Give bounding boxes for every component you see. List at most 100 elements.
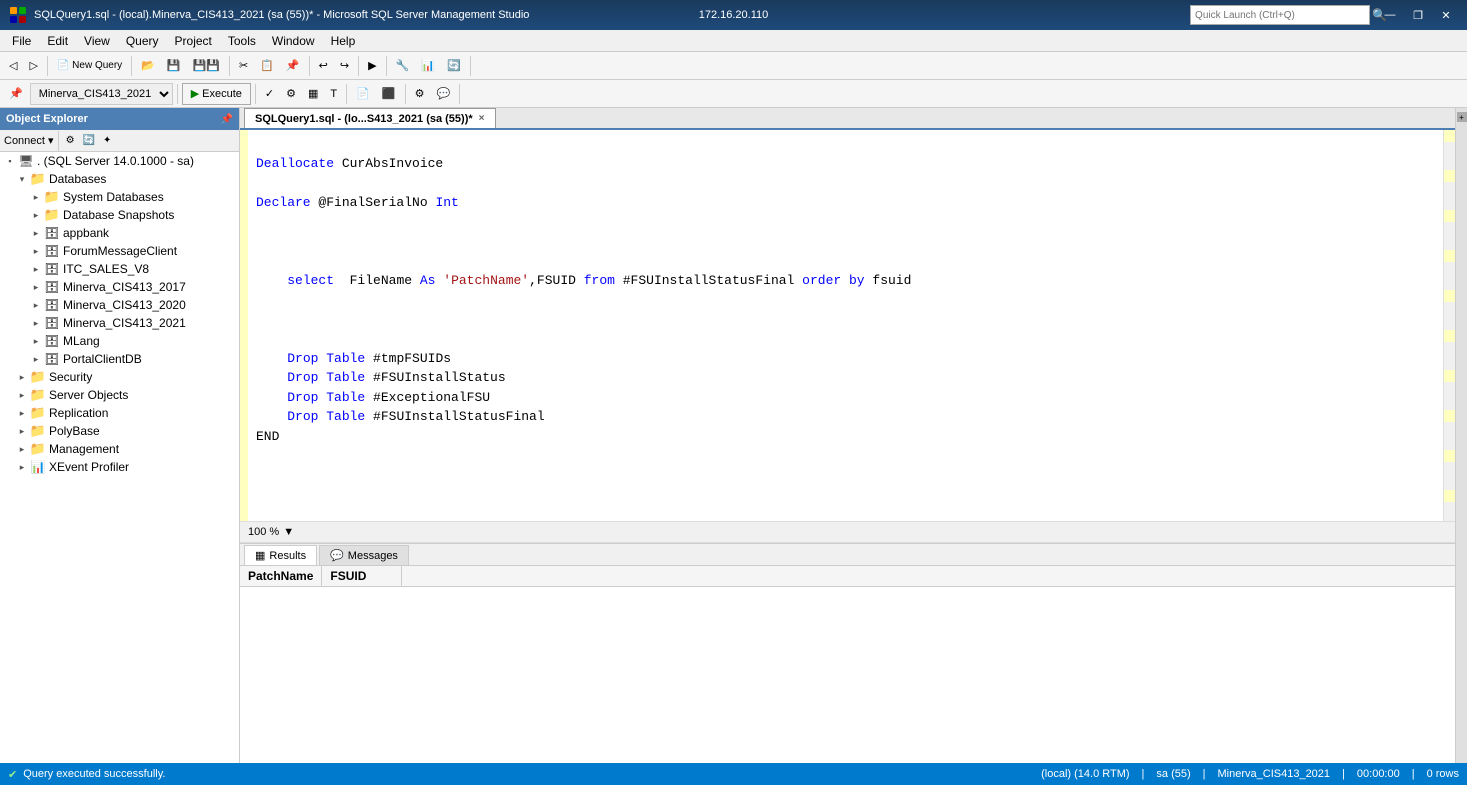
status-separator2: | (1203, 768, 1206, 780)
tb-newquery-button[interactable]: 📄 New Query (52, 55, 127, 77)
menu-edit[interactable]: Edit (39, 32, 76, 50)
status-right: (local) (14.0 RTM) | sa (55) | Minerva_C… (1041, 768, 1459, 780)
menu-help[interactable]: Help (323, 32, 364, 50)
databases-expander[interactable]: ▾ (14, 174, 30, 185)
serverobj-label: Server Objects (49, 388, 128, 402)
m2017-expander[interactable]: ▸ (28, 282, 44, 293)
tb-back-button[interactable]: ◁ (4, 55, 22, 77)
connect-label[interactable]: Connect ▾ (4, 134, 54, 147)
tb-refresh-button[interactable]: 🔄 (442, 55, 466, 77)
tree-polybase[interactable]: ▸ 📁 PolyBase (0, 422, 239, 440)
tb-sort-button[interactable]: 📊 (416, 55, 440, 77)
menu-window[interactable]: Window (264, 32, 323, 50)
oe-filter-button[interactable]: ⚙ (63, 130, 78, 152)
tb-parse-button[interactable]: ⚙ (281, 83, 301, 105)
forum-expander[interactable]: ▸ (28, 246, 44, 257)
m2021-expander[interactable]: ▸ (28, 318, 44, 329)
tree-itc-sales[interactable]: ▸ 🗄 ITC_SALES_V8 (0, 260, 239, 278)
tb-comment-button[interactable]: 💬 (431, 83, 455, 105)
tb-redo-button[interactable]: ↪ (335, 55, 354, 77)
quick-launch-area[interactable]: 🔍 (1190, 5, 1387, 25)
tree-xevent[interactable]: ▸ 📊 XEvent Profiler (0, 458, 239, 476)
line-indicator (240, 130, 248, 521)
xevent-expander[interactable]: ▸ (14, 462, 30, 473)
appbank-expander[interactable]: ▸ (28, 228, 44, 239)
execute-button[interactable]: ▶ Execute (182, 83, 251, 105)
tab-bar: SQLQuery1.sql - (lo...S413_2021 (sa (55)… (240, 108, 1455, 130)
portal-expander[interactable]: ▸ (28, 354, 44, 365)
security-icon: 📁 (30, 369, 46, 385)
mlang-expander[interactable]: ▸ (28, 336, 44, 347)
oe-header: Object Explorer 📌 (0, 108, 239, 130)
close-button[interactable]: ✕ (1433, 5, 1459, 25)
rs-plus-button[interactable]: + (1457, 112, 1467, 122)
replication-expander[interactable]: ▸ (14, 408, 30, 419)
results-grid-header: PatchName FSUID (240, 566, 1455, 587)
tree-mlang[interactable]: ▸ 🗄 MLang (0, 332, 239, 350)
tb-filter-button[interactable]: 🔧 (391, 55, 415, 77)
tb-grid-button[interactable]: ▦ (303, 83, 323, 105)
itcsales-expander[interactable]: ▸ (28, 264, 44, 275)
tree-forum-msg[interactable]: ▸ 🗄 ForumMessageClient (0, 242, 239, 260)
tb-pin-button[interactable]: 📌 (4, 83, 28, 105)
tree-security[interactable]: ▸ 📁 Security (0, 368, 239, 386)
m2020-label: Minerva_CIS413_2020 (63, 298, 186, 312)
snapshots-expander[interactable]: ▸ (28, 210, 44, 221)
tb-paste-button[interactable]: 📌 (281, 55, 305, 77)
results-tab-results[interactable]: ▦ Results (244, 545, 317, 565)
zoom-level: 100 % (248, 526, 279, 538)
menu-tools[interactable]: Tools (220, 32, 264, 50)
tb-saveall-button[interactable]: 💾💾 (188, 55, 225, 77)
tb-cut-button[interactable]: ✂ (234, 55, 253, 77)
menu-file[interactable]: File (4, 32, 39, 50)
tb-results-button[interactable]: 📄 (351, 83, 375, 105)
tb-debug-button[interactable]: ▶ (363, 55, 381, 77)
m2017-label: Minerva_CIS413_2017 (63, 280, 186, 294)
tree-server-node[interactable]: ▪ 🖥 . (SQL Server 14.0.1000 - sa) (0, 152, 239, 170)
tab-close-button[interactable]: × (479, 113, 485, 124)
tree-minerva2017[interactable]: ▸ 🗄 Minerva_CIS413_2017 (0, 278, 239, 296)
tree-system-databases[interactable]: ▸ 📁 System Databases (0, 188, 239, 206)
tb-open-button[interactable]: 📂 (136, 55, 160, 77)
server-expander[interactable]: ▪ (2, 156, 18, 166)
tree-server-objects[interactable]: ▸ 📁 Server Objects (0, 386, 239, 404)
serverobj-expander[interactable]: ▸ (14, 390, 30, 401)
menu-view[interactable]: View (76, 32, 118, 50)
tree-minerva2020[interactable]: ▸ 🗄 Minerva_CIS413_2020 (0, 296, 239, 314)
tree-replication[interactable]: ▸ 📁 Replication (0, 404, 239, 422)
maximize-button[interactable]: ❐ (1405, 5, 1431, 25)
tree-appbank[interactable]: ▸ 🗄 appbank (0, 224, 239, 242)
tb-check-button[interactable]: ✓ (260, 83, 279, 105)
code-scrollbar[interactable] (1443, 130, 1455, 521)
database-dropdown[interactable]: Minerva_CIS413_2021 (30, 83, 173, 105)
tb-undo-button[interactable]: ↩ (314, 55, 333, 77)
execute-play-icon: ▶ (191, 87, 199, 100)
m2020-expander[interactable]: ▸ (28, 300, 44, 311)
polybase-expander[interactable]: ▸ (14, 426, 30, 437)
tb-include-button[interactable]: ⬛ (377, 83, 401, 105)
tree-minerva2021[interactable]: ▸ 🗄 Minerva_CIS413_2021 (0, 314, 239, 332)
management-expander[interactable]: ▸ (14, 444, 30, 455)
quick-launch-input[interactable] (1190, 5, 1370, 25)
tree-management[interactable]: ▸ 📁 Management (0, 440, 239, 458)
tree-db-snapshots[interactable]: ▸ 📁 Database Snapshots (0, 206, 239, 224)
results-tab-messages[interactable]: 💬 Messages (319, 545, 409, 565)
title-bar: SQLQuery1.sql - (local).Minerva_CIS413_2… (0, 0, 1467, 30)
tb-copy-button[interactable]: 📋 (255, 55, 279, 77)
tb-settings-button[interactable]: ⚙ (410, 83, 430, 105)
search-icon: 🔍 (1372, 8, 1387, 22)
tb-save-button[interactable]: 💾 (162, 55, 186, 77)
sysdb-expander[interactable]: ▸ (28, 192, 44, 203)
tb-text-button[interactable]: T (325, 83, 342, 105)
oe-refresh-button[interactable]: 🔄 (80, 130, 98, 152)
tree-databases[interactable]: ▾ 📁 Databases (0, 170, 239, 188)
menu-query[interactable]: Query (118, 32, 167, 50)
tree-portal-client[interactable]: ▸ 🗄 PortalClientDB (0, 350, 239, 368)
zoom-arrow[interactable]: ▼ (283, 526, 294, 538)
menu-project[interactable]: Project (167, 32, 220, 50)
oe-new-button[interactable]: ✦ (100, 130, 114, 152)
code-content[interactable]: Deallocate CurAbsInvoice Declare @FinalS… (248, 130, 1443, 521)
editor-tab-active[interactable]: SQLQuery1.sql - (lo...S413_2021 (sa (55)… (244, 108, 496, 128)
tb-forward-button[interactable]: ▷ (24, 55, 42, 77)
security-expander[interactable]: ▸ (14, 372, 30, 383)
